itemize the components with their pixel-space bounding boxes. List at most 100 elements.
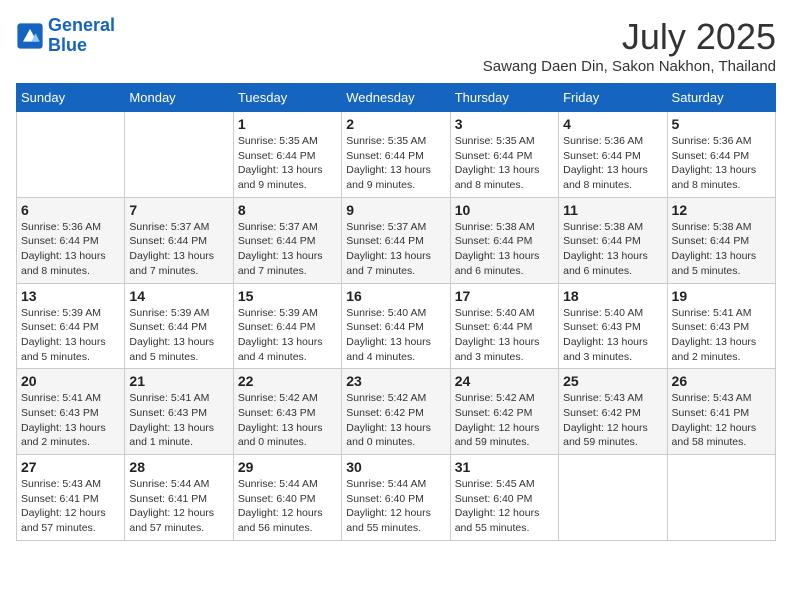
day-number: 6 xyxy=(21,202,120,218)
day-number: 28 xyxy=(129,459,228,475)
day-number: 8 xyxy=(238,202,337,218)
day-info: Sunrise: 5:37 AM Sunset: 6:44 PM Dayligh… xyxy=(346,220,445,279)
day-number: 21 xyxy=(129,373,228,389)
calendar-week-row: 27 Sunrise: 5:43 AM Sunset: 6:41 PM Dayli… xyxy=(17,455,776,541)
day-number: 3 xyxy=(455,116,554,132)
calendar-cell: 25 Sunrise: 5:43 AM Sunset: 6:42 PM Dayli… xyxy=(559,369,667,455)
day-info: Sunrise: 5:44 AM Sunset: 6:40 PM Dayligh… xyxy=(346,477,445,536)
calendar-week-row: 1 Sunrise: 5:35 AM Sunset: 6:44 PM Daylig… xyxy=(17,112,776,198)
calendar-cell: 9 Sunrise: 5:37 AM Sunset: 6:44 PM Daylig… xyxy=(342,197,450,283)
calendar-week-row: 20 Sunrise: 5:41 AM Sunset: 6:43 PM Dayli… xyxy=(17,369,776,455)
calendar-cell: 21 Sunrise: 5:41 AM Sunset: 6:43 PM Dayli… xyxy=(125,369,233,455)
logo-icon xyxy=(16,22,44,50)
day-info: Sunrise: 5:40 AM Sunset: 6:44 PM Dayligh… xyxy=(455,306,554,365)
day-info: Sunrise: 5:38 AM Sunset: 6:44 PM Dayligh… xyxy=(563,220,662,279)
day-number: 17 xyxy=(455,288,554,304)
day-info: Sunrise: 5:36 AM Sunset: 6:44 PM Dayligh… xyxy=(21,220,120,279)
day-number: 5 xyxy=(672,116,771,132)
day-info: Sunrise: 5:41 AM Sunset: 6:43 PM Dayligh… xyxy=(21,391,120,450)
calendar-cell: 14Sunrise: 5:39 AM Sunset: 6:44 PM Dayli… xyxy=(125,283,233,369)
day-info: Sunrise: 5:44 AM Sunset: 6:41 PM Dayligh… xyxy=(129,477,228,536)
day-info: Sunrise: 5:41 AM Sunset: 6:43 PM Dayligh… xyxy=(672,306,771,365)
weekday-header-cell: Saturday xyxy=(667,84,775,112)
day-info: Sunrise: 5:38 AM Sunset: 6:44 PM Dayligh… xyxy=(455,220,554,279)
day-number: 10 xyxy=(455,202,554,218)
calendar-cell: 5 Sunrise: 5:36 AM Sunset: 6:44 PM Daylig… xyxy=(667,112,775,198)
day-info: Sunrise: 5:37 AM Sunset: 6:44 PM Dayligh… xyxy=(129,220,228,279)
calendar-cell: 26Sunrise: 5:43 AM Sunset: 6:41 PM Dayli… xyxy=(667,369,775,455)
day-number: 9 xyxy=(346,202,445,218)
logo: General Blue xyxy=(16,16,115,56)
day-number: 31 xyxy=(455,459,554,475)
weekday-header-cell: Tuesday xyxy=(233,84,341,112)
calendar-cell xyxy=(17,112,125,198)
day-info: Sunrise: 5:35 AM Sunset: 6:44 PM Dayligh… xyxy=(238,134,337,193)
calendar-cell: 12 Sunrise: 5:38 AM Sunset: 6:44 PM Dayli… xyxy=(667,197,775,283)
day-number: 20 xyxy=(21,373,120,389)
day-info: Sunrise: 5:35 AM Sunset: 6:44 PM Dayligh… xyxy=(455,134,554,193)
day-number: 11 xyxy=(563,202,662,218)
calendar-cell: 19 Sunrise: 5:41 AM Sunset: 6:43 PM Dayli… xyxy=(667,283,775,369)
weekday-header-cell: Friday xyxy=(559,84,667,112)
day-info: Sunrise: 5:45 AM Sunset: 6:40 PM Dayligh… xyxy=(455,477,554,536)
day-number: 23 xyxy=(346,373,445,389)
title-area: July 2025 Sawang Daen Din, Sakon Nakhon,… xyxy=(483,16,776,75)
calendar-cell: 13 Sunrise: 5:39 AM Sunset: 6:44 PM Dayli… xyxy=(17,283,125,369)
day-info: Sunrise: 5:43 AM Sunset: 6:41 PM Dayligh… xyxy=(21,477,120,536)
calendar-cell: 11 Sunrise: 5:38 AM Sunset: 6:44 PM Dayli… xyxy=(559,197,667,283)
day-info: Sunrise: 5:42 AM Sunset: 6:43 PM Dayligh… xyxy=(238,391,337,450)
day-info: Sunrise: 5:37 AM Sunset: 6:44 PM Dayligh… xyxy=(238,220,337,279)
day-number: 4 xyxy=(563,116,662,132)
day-number: 26 xyxy=(672,373,771,389)
day-info: Sunrise: 5:39 AM Sunset: 6:44 PM Dayligh… xyxy=(238,306,337,365)
day-info: Sunrise: 5:40 AM Sunset: 6:43 PM Dayligh… xyxy=(563,306,662,365)
calendar-cell: 6 Sunrise: 5:36 AM Sunset: 6:44 PM Daylig… xyxy=(17,197,125,283)
calendar-cell: 30Sunrise: 5:44 AM Sunset: 6:40 PM Dayli… xyxy=(342,455,450,541)
day-number: 12 xyxy=(672,202,771,218)
day-info: Sunrise: 5:42 AM Sunset: 6:42 PM Dayligh… xyxy=(455,391,554,450)
weekday-header-cell: Wednesday xyxy=(342,84,450,112)
day-number: 16 xyxy=(346,288,445,304)
day-info: Sunrise: 5:36 AM Sunset: 6:44 PM Dayligh… xyxy=(563,134,662,193)
calendar-cell xyxy=(667,455,775,541)
day-number: 29 xyxy=(238,459,337,475)
day-info: Sunrise: 5:41 AM Sunset: 6:43 PM Dayligh… xyxy=(129,391,228,450)
day-info: Sunrise: 5:44 AM Sunset: 6:40 PM Dayligh… xyxy=(238,477,337,536)
calendar-cell: 8 Sunrise: 5:37 AM Sunset: 6:44 PM Daylig… xyxy=(233,197,341,283)
day-number: 2 xyxy=(346,116,445,132)
day-number: 25 xyxy=(563,373,662,389)
day-info: Sunrise: 5:43 AM Sunset: 6:42 PM Dayligh… xyxy=(563,391,662,450)
weekday-header-cell: Monday xyxy=(125,84,233,112)
calendar-cell: 24 Sunrise: 5:42 AM Sunset: 6:42 PM Dayli… xyxy=(450,369,558,455)
calendar-cell: 27 Sunrise: 5:43 AM Sunset: 6:41 PM Dayli… xyxy=(17,455,125,541)
weekday-header-row: SundayMondayTuesdayWednesdayThursdayFrid… xyxy=(17,84,776,112)
location-title: Sawang Daen Din, Sakon Nakhon, Thailand xyxy=(483,58,776,75)
month-title: July 2025 xyxy=(483,16,776,58)
calendar-cell: 3 Sunrise: 5:35 AM Sunset: 6:44 PM Daylig… xyxy=(450,112,558,198)
day-number: 13 xyxy=(21,288,120,304)
calendar-cell: 7 Sunrise: 5:37 AM Sunset: 6:44 PM Daylig… xyxy=(125,197,233,283)
calendar-cell: 17 Sunrise: 5:40 AM Sunset: 6:44 PM Dayli… xyxy=(450,283,558,369)
day-number: 14 xyxy=(129,288,228,304)
day-info: Sunrise: 5:35 AM Sunset: 6:44 PM Dayligh… xyxy=(346,134,445,193)
calendar-cell: 28 Sunrise: 5:44 AM Sunset: 6:41 PM Dayli… xyxy=(125,455,233,541)
day-info: Sunrise: 5:40 AM Sunset: 6:44 PM Dayligh… xyxy=(346,306,445,365)
calendar-cell: 18Sunrise: 5:40 AM Sunset: 6:43 PM Dayli… xyxy=(559,283,667,369)
day-number: 19 xyxy=(672,288,771,304)
day-info: Sunrise: 5:39 AM Sunset: 6:44 PM Dayligh… xyxy=(21,306,120,365)
calendar-cell: 29 Sunrise: 5:44 AM Sunset: 6:40 PM Dayli… xyxy=(233,455,341,541)
page-header: General Blue July 2025 Sawang Daen Din, … xyxy=(16,16,776,75)
calendar-table: SundayMondayTuesdayWednesdayThursdayFrid… xyxy=(16,83,776,541)
day-number: 24 xyxy=(455,373,554,389)
day-number: 1 xyxy=(238,116,337,132)
day-number: 7 xyxy=(129,202,228,218)
day-info: Sunrise: 5:38 AM Sunset: 6:44 PM Dayligh… xyxy=(672,220,771,279)
calendar-cell: 4 Sunrise: 5:36 AM Sunset: 6:44 PM Daylig… xyxy=(559,112,667,198)
day-number: 27 xyxy=(21,459,120,475)
day-info: Sunrise: 5:36 AM Sunset: 6:44 PM Dayligh… xyxy=(672,134,771,193)
calendar-body: 1 Sunrise: 5:35 AM Sunset: 6:44 PM Daylig… xyxy=(17,112,776,541)
calendar-cell: 23Sunrise: 5:42 AM Sunset: 6:42 PM Dayli… xyxy=(342,369,450,455)
day-number: 15 xyxy=(238,288,337,304)
calendar-cell: 15 Sunrise: 5:39 AM Sunset: 6:44 PM Dayli… xyxy=(233,283,341,369)
calendar-cell: 20 Sunrise: 5:41 AM Sunset: 6:43 PM Dayli… xyxy=(17,369,125,455)
